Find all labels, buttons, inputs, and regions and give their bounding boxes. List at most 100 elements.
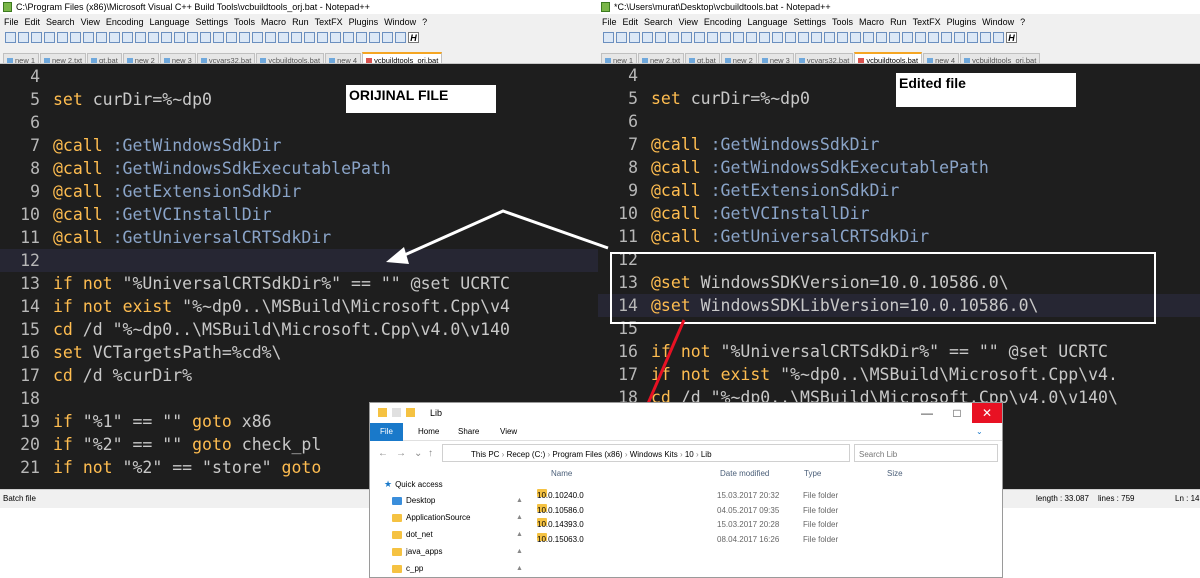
replace-icon[interactable]: [772, 32, 783, 43]
up-icon[interactable]: ↑: [428, 444, 433, 464]
run-macro-icon[interactable]: [382, 32, 393, 43]
func-list-icon[interactable]: [304, 32, 315, 43]
stop-icon[interactable]: [356, 32, 367, 43]
word-wrap-icon[interactable]: [239, 32, 250, 43]
menu-item-file[interactable]: File: [602, 17, 617, 27]
forward-icon[interactable]: →: [396, 444, 406, 464]
search-input[interactable]: Search Lib: [854, 444, 998, 462]
undo-icon[interactable]: [733, 32, 744, 43]
sync-v-icon[interactable]: [811, 32, 822, 43]
indent-guide-icon[interactable]: [863, 32, 874, 43]
breadcrumb-item[interactable]: Lib: [701, 450, 712, 459]
menu-item-settings[interactable]: Settings: [196, 17, 229, 27]
help-icon[interactable]: ⌄: [976, 423, 983, 441]
sync-h-icon[interactable]: [226, 32, 237, 43]
maximize-icon[interactable]: □: [942, 403, 972, 423]
nav-java-apps[interactable]: java_apps: [392, 545, 442, 559]
tab-qt-bat[interactable]: qt.bat: [87, 53, 122, 63]
code-line[interactable]: 16 if not "%UniversalCRTSdkDir%" == "" @s…: [598, 340, 1200, 363]
find-icon[interactable]: [759, 32, 770, 43]
doc-map-icon[interactable]: [889, 32, 900, 43]
func-list-icon[interactable]: [902, 32, 913, 43]
code-line[interactable]: 12: [0, 249, 598, 272]
code-line[interactable]: 17 cd /d %curDir%: [0, 364, 598, 387]
tab-new-4[interactable]: new 4: [325, 53, 362, 63]
column-name[interactable]: Name: [551, 469, 572, 478]
pin-icon[interactable]: ▲: [516, 548, 523, 555]
folder-ws-icon[interactable]: [317, 32, 328, 43]
menu-item-settings[interactable]: Settings: [794, 17, 827, 27]
menu-item-edit[interactable]: Edit: [25, 17, 41, 27]
address-bar[interactable]: This PC › Recep (C:) › Program Files (x8…: [442, 444, 850, 462]
zoom-in-icon[interactable]: [187, 32, 198, 43]
copy-icon[interactable]: [109, 32, 120, 43]
quick-access-toolbar-icon[interactable]: [378, 408, 387, 417]
menu-item-window[interactable]: Window: [384, 17, 416, 27]
close-icon[interactable]: [655, 32, 666, 43]
code-line[interactable]: 17 if not exist "%~dp0..\MSBuild\Microsof…: [598, 363, 1200, 386]
print-icon[interactable]: [83, 32, 94, 43]
menu-item-tools[interactable]: Tools: [832, 17, 853, 27]
find-icon[interactable]: [161, 32, 172, 43]
menu-item-view[interactable]: View: [679, 17, 698, 27]
code-line[interactable]: 11 @call :GetUniversalCRTSdkDir: [598, 225, 1200, 248]
close-all-icon[interactable]: [70, 32, 81, 43]
tab-vcbuildtools-orj-bat[interactable]: vcbuildtools_orj.bat: [960, 53, 1041, 63]
nav-applicationsource[interactable]: ApplicationSource: [392, 511, 470, 525]
indent-guide-icon[interactable]: [265, 32, 276, 43]
column-date-modified[interactable]: Date modified: [720, 469, 769, 478]
code-line[interactable]: 10 @call :GetVCInstallDir: [598, 202, 1200, 225]
tab-vcbuildtools-orj-bat[interactable]: vcbuildtools_orj.bat: [362, 52, 443, 63]
code-line[interactable]: 10 @call :GetVCInstallDir: [0, 203, 598, 226]
zoom-in-icon[interactable]: [785, 32, 796, 43]
save-all-icon[interactable]: [44, 32, 55, 43]
zoom-out-icon[interactable]: [798, 32, 809, 43]
tab-new-2[interactable]: new 2: [122, 53, 159, 63]
menu-item-encoding[interactable]: Encoding: [704, 17, 742, 27]
code-line[interactable]: 9 @call :GetExtensionSdkDir: [0, 180, 598, 203]
code-line[interactable]: 14 if not exist "%~dp0..\MSBuild\Microsof…: [0, 295, 598, 318]
save-macro-icon[interactable]: [395, 32, 406, 43]
open-file-icon[interactable]: [616, 32, 627, 43]
all-chars-icon[interactable]: [850, 32, 861, 43]
hex-icon[interactable]: H: [408, 32, 419, 43]
pin-icon[interactable]: ▲: [516, 531, 523, 538]
save-all-icon[interactable]: [642, 32, 653, 43]
close-icon[interactable]: ✕: [972, 403, 1002, 423]
record-icon[interactable]: [941, 32, 952, 43]
new-file-icon[interactable]: [603, 32, 614, 43]
hex-icon[interactable]: H: [1006, 32, 1017, 43]
code-line[interactable]: 4: [0, 65, 598, 88]
record-icon[interactable]: [343, 32, 354, 43]
nav-desktop[interactable]: Desktop: [392, 494, 435, 508]
doc-map-icon[interactable]: [291, 32, 302, 43]
play-icon[interactable]: [369, 32, 380, 43]
new-folder-icon[interactable]: [406, 408, 415, 417]
save-macro-icon[interactable]: [993, 32, 1004, 43]
breadcrumb-item[interactable]: Windows Kits: [630, 450, 678, 459]
quick-access[interactable]: ★ Quick access: [384, 477, 443, 491]
ribbon-tab-view[interactable]: View: [490, 423, 527, 441]
ribbon-tab-home[interactable]: Home: [408, 423, 449, 441]
code-line[interactable]: 8 @call :GetWindowsSdkExecutablePath: [598, 156, 1200, 179]
tab-vcvars32-bat[interactable]: vcvars32.bat: [794, 53, 854, 63]
menu-item-run[interactable]: Run: [890, 17, 907, 27]
ribbon-tab-share[interactable]: Share: [448, 423, 489, 441]
tab-new-4[interactable]: new 4: [923, 53, 960, 63]
tab-new-2-txt[interactable]: new 2.txt: [40, 53, 87, 63]
pin-icon[interactable]: ▲: [516, 497, 523, 504]
close-icon[interactable]: [57, 32, 68, 43]
tab-new-1[interactable]: new 1: [601, 53, 638, 63]
menu-item-help[interactable]: ?: [1020, 17, 1025, 27]
column-size[interactable]: Size: [887, 469, 903, 478]
monitor-icon[interactable]: [928, 32, 939, 43]
save-icon[interactable]: [31, 32, 42, 43]
save-icon[interactable]: [629, 32, 640, 43]
nav-c-pp[interactable]: c_pp: [392, 562, 423, 576]
menu-item-file[interactable]: File: [4, 17, 19, 27]
properties-icon[interactable]: [392, 408, 401, 417]
undo-icon[interactable]: [135, 32, 146, 43]
menu-item-language[interactable]: Language: [149, 17, 189, 27]
breadcrumb-item[interactable]: 10: [685, 450, 694, 459]
menu-item-run[interactable]: Run: [292, 17, 309, 27]
